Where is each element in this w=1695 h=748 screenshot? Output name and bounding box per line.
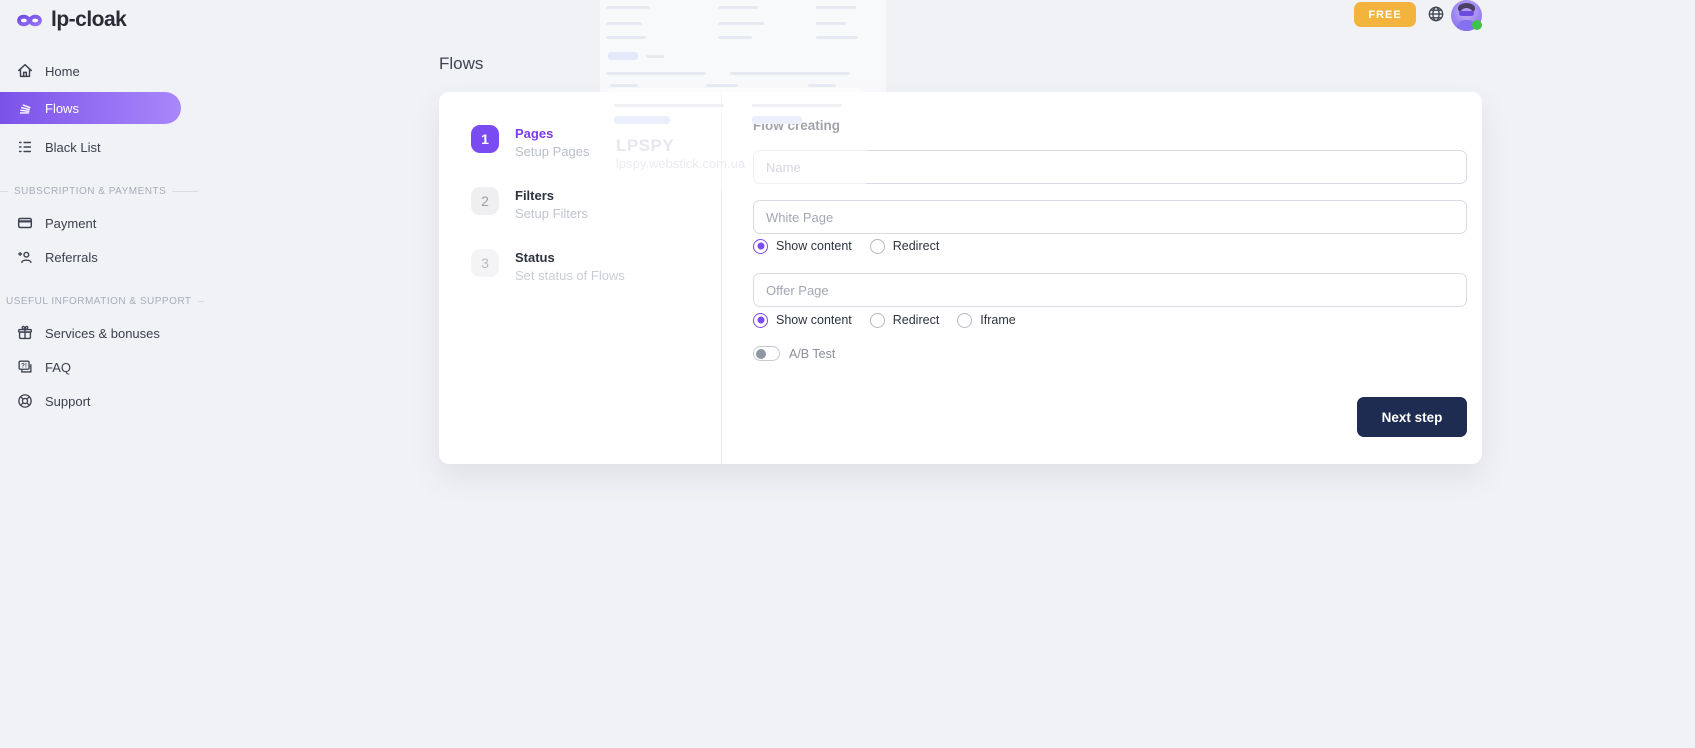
sidebar-nav: Home Flows Black List SUBSCRIPTION & PAY… (0, 58, 200, 414)
step-number-badge: 3 (471, 249, 499, 277)
gift-icon (16, 324, 34, 342)
step-subtitle: Setup Pages (515, 144, 589, 159)
section-header-subscription: SUBSCRIPTION & PAYMENTS (0, 186, 200, 197)
mask-icon (16, 12, 43, 29)
ghost-line (706, 84, 738, 87)
sidebar-item-payment[interactable]: Payment (0, 210, 200, 236)
ab-test-toggle[interactable] (753, 346, 780, 361)
sidebar-item-label: Black List (45, 140, 101, 155)
flows-icon (16, 99, 34, 117)
ghost-line (718, 36, 752, 39)
home-icon (16, 62, 34, 80)
sidebar-item-faq[interactable]: ?! FAQ (0, 354, 200, 380)
ghost-line (606, 72, 706, 75)
avatar-mask (1459, 11, 1474, 16)
brand-name: lp-cloak (51, 8, 126, 32)
offer-page-show-content-option[interactable]: Show content (753, 313, 852, 328)
sidebar-item-label: Home (45, 64, 80, 79)
toggle-knob-icon (756, 349, 766, 359)
page-title: Flows (439, 54, 483, 74)
radio-selected-icon[interactable] (753, 239, 768, 254)
sidebar-item-label: Referrals (45, 250, 98, 265)
list-icon (16, 138, 34, 156)
flow-name-input[interactable] (753, 150, 1467, 184)
credit-card-icon (16, 214, 34, 232)
step-number-badge: 2 (471, 187, 499, 215)
radio-label: Redirect (893, 313, 940, 327)
radio-label: Redirect (893, 239, 940, 253)
step-subtitle: Set status of Flows (515, 268, 625, 283)
offer-page-redirect-option[interactable]: Redirect (870, 313, 940, 328)
radio-label: Iframe (980, 313, 1015, 327)
sidebar-item-services[interactable]: Services & bonuses (0, 320, 200, 346)
sidebar-item-label: Support (45, 394, 91, 409)
white-page-mode-group: Show content Redirect (753, 238, 939, 254)
sidebar-item-support[interactable]: Support (0, 388, 200, 414)
offer-page-input[interactable] (753, 273, 1467, 307)
online-status-dot (1472, 20, 1482, 30)
card-divider (721, 92, 722, 464)
sidebar-item-label: FAQ (45, 360, 71, 375)
sidebar-item-label: Payment (45, 216, 96, 231)
white-page-input[interactable] (753, 200, 1467, 234)
faq-bubble-icon: ?! (16, 358, 34, 376)
step-subtitle: Setup Filters (515, 206, 588, 221)
radio-unselected-icon[interactable] (957, 313, 972, 328)
ghost-line (816, 6, 856, 9)
radio-selected-icon[interactable] (753, 313, 768, 328)
language-globe-button[interactable] (1427, 5, 1445, 23)
next-step-button[interactable]: Next step (1357, 397, 1467, 437)
ghost-line (606, 36, 646, 39)
referral-user-icon (16, 248, 34, 266)
offer-page-mode-group: Show content Redirect Iframe (753, 312, 1016, 328)
lifebuoy-icon (16, 392, 34, 410)
sidebar-item-label: Flows (45, 101, 79, 116)
wizard-step-filters[interactable]: 2 Filters Setup Filters (471, 187, 588, 221)
ghost-line (646, 55, 664, 58)
flow-creation-card: 1 Pages Setup Pages 2 Filters Setup Filt… (439, 92, 1482, 464)
ghost-line (816, 22, 846, 25)
ghost-line (718, 22, 764, 25)
radio-unselected-icon[interactable] (870, 313, 885, 328)
offer-page-iframe-option[interactable]: Iframe (957, 313, 1015, 328)
sidebar-item-home[interactable]: Home (0, 58, 200, 84)
step-title: Pages (515, 126, 589, 141)
radio-unselected-icon[interactable] (870, 239, 885, 254)
sidebar: lp-cloak Home Flows Black List SUBSCRIPT… (0, 0, 200, 422)
ab-test-label: A/B Test (789, 347, 835, 361)
ghost-line (606, 6, 650, 9)
svg-text:?!: ?! (21, 363, 27, 370)
ghost-wash (600, 0, 886, 92)
wizard-step-status[interactable]: 3 Status Set status of Flows (471, 249, 625, 283)
radio-label: Show content (776, 239, 852, 253)
step-title: Status (515, 250, 625, 265)
wizard-step-pages[interactable]: 1 Pages Setup Pages (471, 125, 589, 159)
ghost-button (608, 52, 638, 60)
section-header-support: USEFUL INFORMATION & SUPPORT (0, 296, 200, 307)
ghost-line (816, 36, 858, 39)
sidebar-item-flows[interactable]: Flows (0, 92, 181, 124)
ghost-line (808, 84, 836, 87)
sidebar-item-label: Services & bonuses (45, 326, 160, 341)
globe-icon (1427, 5, 1445, 23)
white-page-redirect-option[interactable]: Redirect (870, 239, 940, 254)
form-title: Flow creating (753, 118, 840, 133)
sidebar-item-black-list[interactable]: Black List (0, 134, 200, 160)
ghost-line (610, 84, 638, 87)
sidebar-item-referrals[interactable]: Referrals (0, 244, 200, 270)
ghost-line (718, 6, 758, 9)
brand-logo[interactable]: lp-cloak (16, 8, 200, 32)
ab-test-toggle-row: A/B Test (753, 346, 835, 361)
ghost-line (606, 22, 642, 25)
ghost-line (730, 72, 850, 75)
step-number-badge: 1 (471, 125, 499, 153)
white-page-show-content-option[interactable]: Show content (753, 239, 852, 254)
step-title: Filters (515, 188, 588, 203)
plan-badge[interactable]: FREE (1354, 2, 1416, 27)
radio-label: Show content (776, 313, 852, 327)
